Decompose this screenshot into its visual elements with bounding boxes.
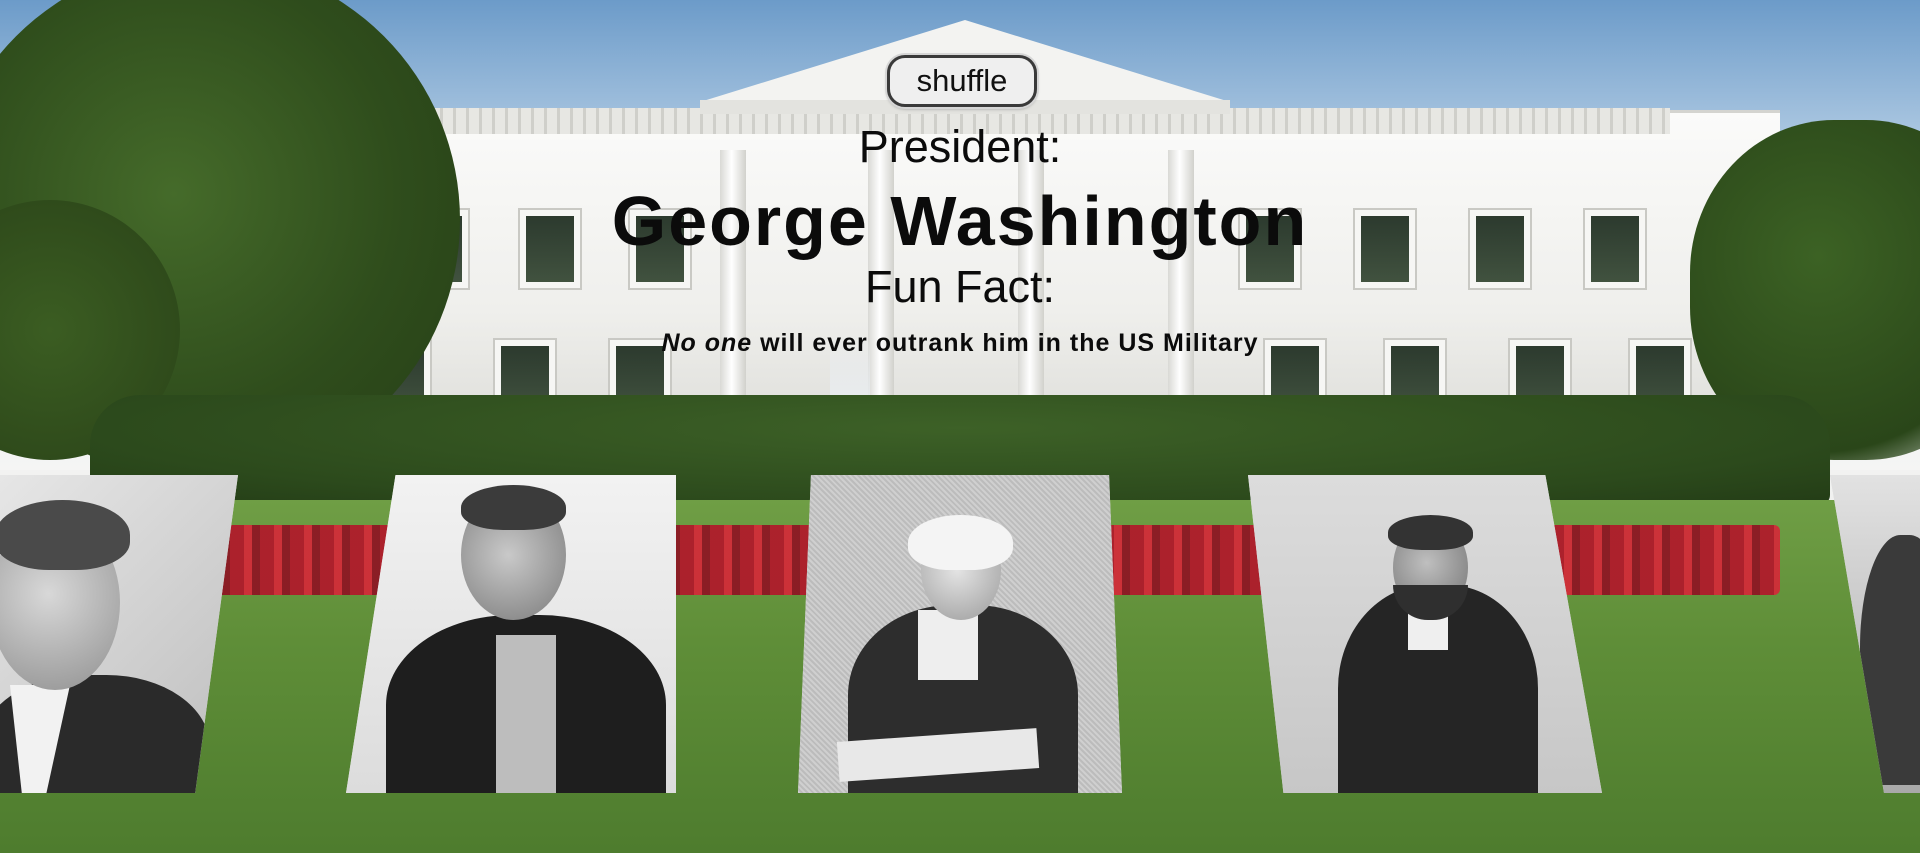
portrait-card-roosevelt[interactable] [346, 475, 676, 793]
portrait-hair [461, 485, 566, 530]
portrait-vest [496, 635, 556, 793]
portrait-hair [0, 500, 130, 570]
fun-fact-text: No one will ever outrank him in the US M… [0, 327, 1920, 359]
portrait-card-lincoln[interactable] [1248, 475, 1602, 793]
portrait-hair [1388, 515, 1473, 550]
president-name: George Washington [611, 182, 1309, 260]
portrait-card-washington[interactable] [798, 475, 1122, 793]
portrait-cravat [918, 610, 978, 680]
fun-fact-emphasis: No one [661, 329, 753, 357]
app-scene: shuffle President: George Washington Fun… [0, 0, 1920, 853]
portrait-wig [908, 515, 1013, 570]
fun-fact-rest: will ever outrank him in the US Military [752, 329, 1259, 357]
shuffle-button[interactable]: shuffle [887, 55, 1037, 107]
president-label: President: [858, 121, 1062, 172]
fun-fact-label: Fun Fact: [864, 261, 1056, 312]
